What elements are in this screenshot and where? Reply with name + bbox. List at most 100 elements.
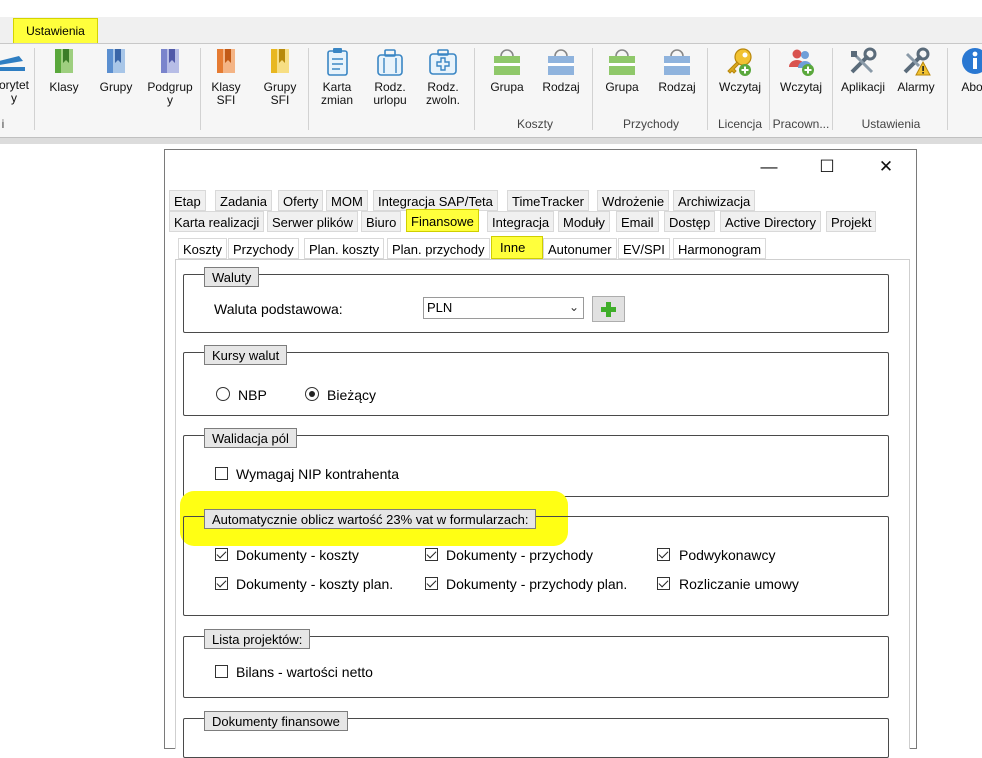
ribbon-button-licencja-wczytaj[interactable]: Wczytaj: [713, 46, 767, 122]
clipboard-icon: [327, 48, 348, 76]
ribbon-button-koszty-rodzaj[interactable]: Rodzaj: [538, 46, 584, 122]
checkbox-dok-koszty-plan[interactable]: [215, 577, 228, 590]
checkbox-bilans-netto-label: Bilans - wartości netto: [236, 664, 373, 680]
tab-przychody[interactable]: Przychody: [228, 238, 299, 259]
blue-box-icon: [548, 49, 574, 75]
ribbon-group-partial: i: [1, 117, 5, 131]
checkbox-dok-koszty[interactable]: [215, 548, 228, 561]
minimize-button[interactable]: —: [752, 152, 786, 182]
radio-nbp[interactable]: [216, 387, 230, 401]
tab-integracja[interactable]: Integracja: [487, 211, 555, 232]
ribbon-button-priorytety[interactable]: orytet y: [0, 46, 32, 122]
ribbon-button-grupy-sfi[interactable]: Grupy SFI: [258, 46, 302, 122]
ribbon-separator: [474, 48, 475, 130]
maximize-button[interactable]: ☐: [810, 152, 844, 182]
tab-projekt[interactable]: Projekt: [826, 211, 877, 232]
minimize-icon: —: [760, 157, 778, 176]
tab-dostep[interactable]: Dostęp: [664, 211, 716, 232]
tab-oferty[interactable]: Oferty: [278, 190, 324, 211]
tab-timetracker[interactable]: TimeTracker: [507, 190, 589, 211]
radio-biezacy[interactable]: [305, 387, 319, 401]
tab-serwer-plikow[interactable]: Serwer plików: [267, 211, 358, 232]
tab-plan-przychody[interactable]: Plan. przychody: [387, 238, 490, 259]
ribbon-button-ustawienia-aplikacji[interactable]: Aplikacji: [836, 46, 890, 122]
blue-box-icon: [664, 49, 690, 75]
checkbox-dok-przychody-label: Dokumenty - przychody: [446, 547, 594, 563]
tab-ev-spi[interactable]: EV/SPI: [618, 238, 670, 259]
ribbon-button-about[interactable]: Abo: [952, 46, 982, 122]
tab-biuro[interactable]: Biuro: [361, 211, 402, 232]
checkbox-wymagaj-nip[interactable]: [215, 467, 228, 480]
green-box-icon: [609, 49, 635, 75]
ribbon-group-koszty: Koszty: [516, 117, 553, 131]
checkbox-dok-koszty-label: Dokumenty - koszty: [236, 547, 359, 563]
tab-zadania[interactable]: Zadania: [215, 190, 272, 211]
tab-archiwizacja[interactable]: Archiwizacja: [673, 190, 756, 211]
tab-finansowe[interactable]: Finansowe: [406, 209, 479, 232]
checkbox-rozliczanie-umowy[interactable]: [657, 577, 670, 590]
tab-active-directory[interactable]: Active Directory: [720, 211, 822, 232]
tab-integracja-sap[interactable]: Integracja SAP/Teta: [373, 190, 498, 211]
ribbon-separator: [200, 48, 201, 130]
tab-autonumer[interactable]: Autonumer: [543, 238, 617, 259]
ribbon-tab-bar: [0, 17, 982, 43]
ribbon-separator: [707, 48, 708, 130]
ribbon-button-karta-zmian[interactable]: Karta zmian: [315, 46, 359, 122]
checkbox-dok-przychody-plan-label: Dokumenty - przychody plan.: [446, 576, 628, 592]
luggage-icon: [377, 49, 403, 76]
checkbox-dok-przychody[interactable]: [425, 548, 438, 561]
ribbon-button-przychody-grupa[interactable]: Grupa: [599, 46, 645, 122]
ribbon-button-rodz-urlopu[interactable]: Rodz. urlopu: [368, 46, 412, 122]
ribbon-button-rodz-zwoln[interactable]: Rodz. zwoln.: [420, 46, 466, 122]
ribbon-separator: [34, 48, 35, 130]
waluty-title: Waluty: [204, 267, 260, 287]
first-aid-icon: [429, 49, 457, 75]
kursy-title: Kursy walut: [204, 345, 288, 365]
ribbon-group-przychody: Przychody: [622, 117, 680, 131]
waluta-select[interactable]: PLN ⌄: [423, 297, 584, 319]
ribbon-button-pracownicy-wczytaj[interactable]: Wczytaj: [774, 46, 828, 122]
walidacja-title: Walidacja pól: [204, 428, 297, 448]
ribbon-button-koszty-grupa[interactable]: Grupa: [484, 46, 530, 122]
green-box-icon: [494, 49, 520, 75]
dokumenty-finansowe-title: Dokumenty finansowe: [204, 711, 348, 731]
tab-harmonogram[interactable]: Harmonogram: [673, 238, 767, 259]
bookmark-purple-icon: [161, 49, 179, 73]
tab-koszty[interactable]: Koszty: [178, 238, 228, 259]
add-currency-button[interactable]: [592, 296, 625, 322]
close-icon: ✕: [878, 157, 894, 176]
tab-plan-koszty[interactable]: Plan. koszty: [304, 238, 385, 259]
ribbon-button-klasy-sfi[interactable]: Klasy SFI: [205, 46, 247, 122]
tab-mom[interactable]: MOM: [326, 190, 368, 211]
bookmark-yellow-icon: [271, 49, 289, 73]
tab-etap[interactable]: Etap: [169, 190, 206, 211]
tab-inne[interactable]: Inne: [491, 236, 543, 259]
tab-karta-realizacji[interactable]: Karta realizacji: [169, 211, 265, 232]
ribbon-button-grupy[interactable]: Grupy: [94, 46, 138, 122]
ribbon-button-klasy[interactable]: Klasy: [42, 46, 86, 122]
checkbox-podwykonawcy[interactable]: [657, 548, 670, 561]
checkbox-dok-przychody-plan[interactable]: [425, 577, 438, 590]
ribbon-button-przychody-rodzaj[interactable]: Rodzaj: [654, 46, 700, 122]
users-add-icon: [789, 49, 814, 76]
radio-biezacy-label: Bieżący: [327, 387, 377, 403]
tab-wdrozenie[interactable]: Wdrożenie: [597, 190, 670, 211]
tab-email[interactable]: Email: [616, 211, 659, 232]
vat-title: Automatycznie oblicz wartość 23% vat w f…: [204, 509, 537, 529]
close-button[interactable]: ✕: [869, 152, 903, 182]
ribbon-button-podgrupy[interactable]: Podgrup y: [144, 46, 196, 122]
bookmark-green-icon: [55, 49, 73, 73]
ribbon-button-alarmy[interactable]: Alarmy: [891, 46, 941, 122]
title-strip: [0, 0, 982, 17]
ribbon-tab-ustawienia[interactable]: Ustawienia: [13, 18, 98, 43]
tab-moduly[interactable]: Moduły: [558, 211, 610, 232]
ribbon-separator: [592, 48, 593, 130]
checkbox-dok-koszty-plan-label: Dokumenty - koszty plan.: [236, 576, 394, 592]
checkbox-bilans-netto[interactable]: [215, 665, 228, 678]
ribbon-separator: [832, 48, 833, 130]
ribbon-group-licencja: Licencja: [717, 117, 763, 131]
ribbon-group-ustawienia: Ustawienia: [861, 117, 921, 131]
key-icon: [727, 48, 752, 76]
tools-warning-icon: [903, 47, 931, 76]
checkbox-podwykonawcy-label: Podwykonawcy: [679, 547, 776, 563]
